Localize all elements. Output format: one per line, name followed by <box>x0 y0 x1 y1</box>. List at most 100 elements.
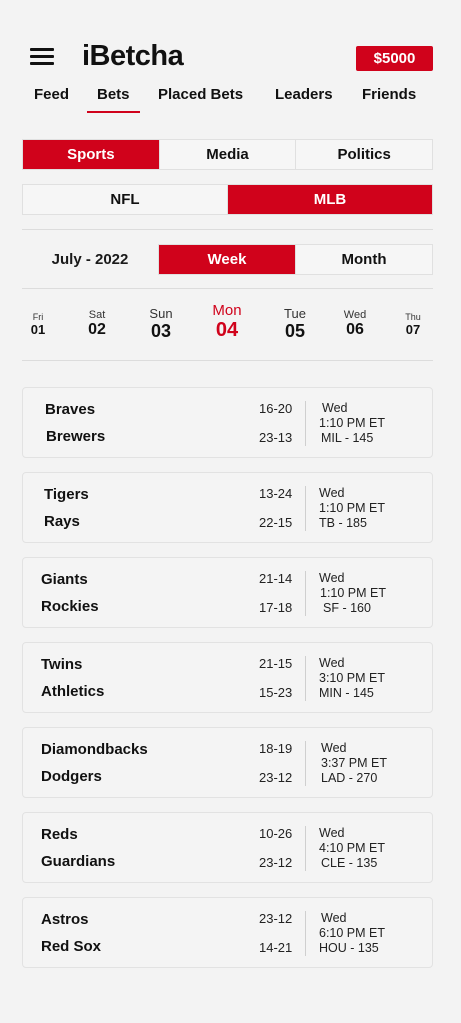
day-number: 01 <box>30 322 46 337</box>
app-header: iBetcha $5000 <box>0 40 461 76</box>
away-record: 21-14 <box>259 571 293 586</box>
game-time: 6:10 PM ET <box>319 926 385 940</box>
day-sun[interactable]: Sun 03 <box>149 302 172 342</box>
game-info: Wed 1:10 PM ET TB - 185 <box>319 486 385 531</box>
card-divider <box>305 911 306 956</box>
game-line: SF - 160 <box>323 601 371 615</box>
away-record: 23-12 <box>259 911 293 926</box>
home-team: Brewers <box>46 428 106 445</box>
day-name: Thu <box>405 312 421 322</box>
game-line: MIN - 145 <box>319 686 374 700</box>
day-name: Tue <box>284 306 306 321</box>
category-selector: Sports Media Politics <box>22 139 433 170</box>
game-info: Wed 3:10 PM ET MIN - 145 <box>319 656 385 701</box>
game-card[interactable]: Twins Athletics 21-15 15-23 Wed 3:10 PM … <box>22 642 433 713</box>
month-label[interactable]: July - 2022 <box>22 244 158 275</box>
game-info: Wed 4:10 PM ET CLE - 135 <box>319 826 385 871</box>
category-media[interactable]: Media <box>160 140 297 169</box>
home-record: 15-23 <box>259 685 293 700</box>
game-line: MIL - 145 <box>321 431 374 445</box>
divider <box>22 360 433 361</box>
card-divider <box>305 741 306 786</box>
divider <box>22 229 433 230</box>
game-day: Wed <box>321 911 347 925</box>
game-line: TB - 185 <box>319 516 367 530</box>
away-team: Diamondbacks <box>41 741 148 758</box>
game-info: Wed 1:10 PM ET SF - 160 <box>319 571 386 616</box>
away-record: 21-15 <box>259 656 293 671</box>
day-number: 07 <box>405 322 421 337</box>
divider <box>22 288 433 289</box>
card-divider <box>305 571 306 616</box>
day-fri[interactable]: Fri 01 <box>31 302 45 337</box>
league-nfl[interactable]: NFL <box>23 185 228 214</box>
period-tabs: Week Month <box>158 244 433 275</box>
game-info: Wed 3:37 PM ET LAD - 270 <box>319 741 387 786</box>
week-day-strip: Fri 01 Sat 02 Sun 03 Mon 04 Tue 05 Wed 0… <box>0 302 461 352</box>
game-time: 1:10 PM ET <box>319 416 385 430</box>
home-record: 22-15 <box>259 515 293 530</box>
game-time: 4:10 PM ET <box>319 841 385 855</box>
game-card[interactable]: Braves Brewers 16-20 23-13 Wed 1:10 PM E… <box>22 387 433 458</box>
balance-badge[interactable]: $5000 <box>356 46 433 71</box>
day-wed[interactable]: Wed 06 <box>344 302 366 339</box>
day-number: 06 <box>346 321 364 338</box>
nav-tab-leaders[interactable]: Leaders <box>275 86 333 103</box>
day-tue[interactable]: Tue 05 <box>284 302 306 342</box>
day-name: Sat <box>88 309 106 321</box>
nav-tab-placed-bets[interactable]: Placed Bets <box>158 86 243 103</box>
league-selector: NFL MLB <box>22 184 433 215</box>
day-number: 03 <box>150 321 172 341</box>
home-record: 17-18 <box>259 600 293 615</box>
game-day: Wed <box>321 741 347 755</box>
game-card[interactable]: Tigers Rays 13-24 22-15 Wed 1:10 PM ET T… <box>22 472 433 543</box>
away-team: Braves <box>45 401 96 418</box>
day-name: Fri <box>32 312 44 322</box>
day-thu[interactable]: Thu 07 <box>405 302 421 337</box>
game-time: 1:10 PM ET <box>320 586 386 600</box>
main-nav: Feed Bets Placed Bets Leaders Friends <box>0 86 461 116</box>
day-name: Wed <box>343 309 367 321</box>
home-team: Rockies <box>41 598 99 615</box>
day-name: Mon <box>212 302 242 319</box>
game-day: Wed <box>322 401 348 415</box>
away-team: Twins <box>41 656 83 673</box>
away-team: Reds <box>41 826 78 843</box>
home-team: Guardians <box>41 853 116 870</box>
game-day: Wed <box>319 571 345 585</box>
day-sat[interactable]: Sat 02 <box>88 302 106 339</box>
game-day: Wed <box>319 656 345 670</box>
app-logo: iBetcha <box>82 40 184 72</box>
nav-tab-bets[interactable]: Bets <box>87 86 139 113</box>
away-record: 10-26 <box>259 826 293 841</box>
day-mon[interactable]: Mon 04 <box>212 302 241 342</box>
day-number: 04 <box>215 319 239 341</box>
day-name: Sun <box>149 306 173 321</box>
home-record: 23-13 <box>259 430 293 445</box>
home-team: Red Sox <box>41 938 102 955</box>
card-divider <box>305 486 306 531</box>
nav-tab-feed[interactable]: Feed <box>34 86 69 103</box>
category-sports[interactable]: Sports <box>23 140 160 169</box>
game-time: 3:10 PM ET <box>319 671 385 685</box>
period-tab-month[interactable]: Month <box>296 245 432 274</box>
home-record: 23-12 <box>259 770 293 785</box>
home-record: 23-12 <box>259 855 293 870</box>
period-tab-week[interactable]: Week <box>159 245 296 274</box>
card-divider <box>305 826 306 871</box>
game-card[interactable]: Diamondbacks Dodgers 18-19 23-12 Wed 3:3… <box>22 727 433 798</box>
away-team: Astros <box>41 911 89 928</box>
game-card[interactable]: Astros Red Sox 23-12 14-21 Wed 6:10 PM E… <box>22 897 433 968</box>
league-mlb[interactable]: MLB <box>228 185 432 214</box>
category-politics[interactable]: Politics <box>296 140 432 169</box>
period-selector: July - 2022 Week Month <box>22 244 433 275</box>
hamburger-menu-icon[interactable] <box>30 48 54 66</box>
game-info: Wed 1:10 PM ET MIL - 145 <box>319 401 385 446</box>
home-team: Rays <box>44 513 80 530</box>
away-record: 18-19 <box>259 741 293 756</box>
away-record: 13-24 <box>259 486 293 501</box>
game-info: Wed 6:10 PM ET HOU - 135 <box>319 911 385 956</box>
game-card[interactable]: Giants Rockies 21-14 17-18 Wed 1:10 PM E… <box>22 557 433 628</box>
game-card[interactable]: Reds Guardians 10-26 23-12 Wed 4:10 PM E… <box>22 812 433 883</box>
nav-tab-friends[interactable]: Friends <box>362 86 416 103</box>
